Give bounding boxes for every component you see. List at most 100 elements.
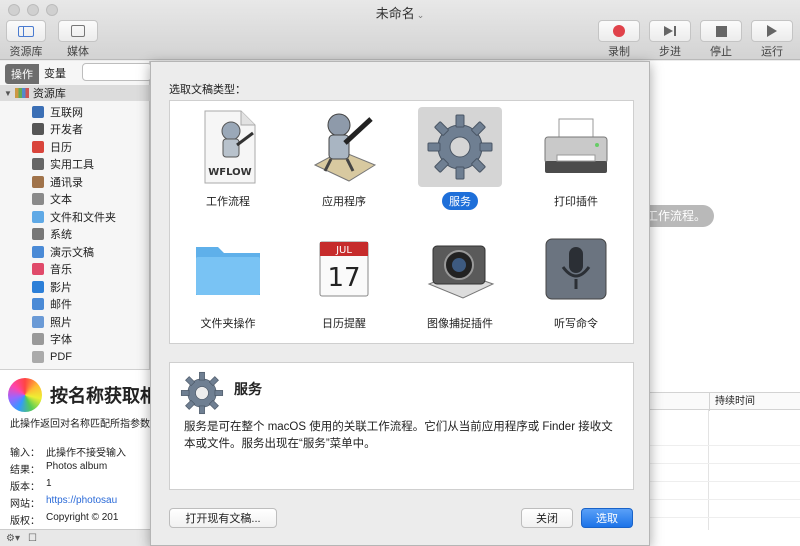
type-label: 工作流程 [206, 196, 250, 208]
selected-type-description: 服务 服务是可在整个 macOS 使用的关联工作流程。它们从当前应用程序或 Fi… [169, 362, 634, 490]
gear-icon[interactable]: ⚙▾ [6, 533, 20, 544]
record-label: 录制 [608, 46, 630, 58]
font-icon [32, 333, 44, 346]
info-value: Copyright © 201 [46, 512, 119, 523]
sidebar-item-label: 邮件 [50, 299, 72, 312]
info-key: 输入： [10, 448, 40, 459]
calendar-day: 17 [327, 263, 360, 293]
run-button[interactable] [751, 20, 793, 42]
action-title: 按名称获取相 [50, 386, 158, 406]
sidebar-item-label: 影片 [50, 281, 72, 294]
sidebar-item[interactable]: 邮件 [0, 296, 150, 314]
type-label: 听写命令 [554, 318, 598, 330]
close-button[interactable]: 关闭 [521, 508, 573, 528]
library-panel: 操作 变量 ▼ 资源库 互联网开发者日历实用工具通讯录文本 文件和文件夹系统演示文… [0, 61, 158, 546]
selected-type-title: 服务 [234, 381, 262, 397]
info-key: 版权： [10, 516, 40, 527]
sidebar-item[interactable]: 系统 [0, 226, 150, 244]
calendar-alarm-icon: JUL 17 [319, 241, 369, 297]
type-dictation[interactable]: 听写命令 [518, 225, 634, 335]
calendar-month: JUL [335, 245, 352, 256]
sidebar-item[interactable]: 文件和文件夹 [0, 208, 150, 226]
open-existing-button[interactable]: 打开现有文稿... [169, 508, 277, 528]
type-folder-action[interactable]: 文件夹操作 [170, 225, 286, 335]
search-input[interactable] [82, 63, 152, 81]
sidebar-item-label: 日历 [50, 141, 72, 154]
sidebar-item-label: 互联网 [50, 106, 83, 119]
type-service[interactable]: 服务 [402, 103, 518, 213]
sidebar-item[interactable]: 互联网 [0, 103, 150, 121]
library-button[interactable] [6, 20, 46, 42]
print-plugin-icon [544, 118, 608, 173]
type-label: 应用程序 [322, 196, 366, 208]
window-toolbar: 未命名 ⌄ 资源库 媒体 录制 步进 停止 运行 [0, 0, 800, 60]
sidebar-item[interactable]: 演示文稿 [0, 243, 150, 261]
library-tree: 互联网开发者日历实用工具通讯录文本 文件和文件夹系统演示文稿音乐影片邮件 照片 字体 P… [0, 103, 150, 366]
sidebar-item[interactable]: 日历 [0, 138, 150, 156]
sidebar-item[interactable]: 照片 [0, 313, 150, 331]
log-duration-column[interactable]: 持续时间 [709, 393, 755, 411]
pdf-icon [32, 350, 44, 363]
website-link[interactable]: https://photosau [46, 495, 117, 510]
media-button[interactable] [58, 20, 98, 42]
image-capture-icon [427, 245, 495, 299]
type-label: 打印插件 [554, 196, 598, 208]
disclosure-triangle-icon[interactable]: ▼ [4, 89, 12, 98]
step-label: 步进 [659, 46, 681, 58]
library-label: 资源库 [9, 46, 43, 58]
action-info-panel: 按名称获取相 此操作返回对名称匹配所指参数 输入： 此操作不接受输入结果： Phot… [0, 369, 158, 537]
photos-icon [32, 315, 44, 328]
media-label: 媒体 [67, 46, 89, 58]
globe-icon [32, 105, 44, 118]
music-icon [32, 263, 44, 276]
sidebar-item-label: PDF [50, 350, 72, 363]
new-document-sheet: 选取文稿类型： WFLOW 工作流程 应用程序 服务 打印插件 文件夹操作 JU… [150, 61, 650, 546]
document-type-prompt: 选取文稿类型： [169, 84, 246, 96]
choose-button[interactable]: 选取 [581, 508, 633, 528]
info-row: 网站： https://photosau [10, 495, 117, 510]
step-button[interactable] [649, 20, 691, 42]
sidebar-icon [18, 25, 34, 37]
collapse-icon[interactable]: ☐ [28, 533, 37, 544]
tab-variables[interactable]: 变量 [39, 64, 71, 84]
record-icon [613, 25, 625, 37]
sidebar-item-label: 演示文稿 [50, 246, 94, 259]
type-label: 图像捕捉插件 [427, 318, 493, 330]
info-value: 1 [46, 478, 52, 489]
wflow-badge: WFLOW [208, 167, 251, 178]
type-image-capture[interactable]: 图像捕捉插件 [402, 225, 518, 335]
info-row: 输入： 此操作不接受输入 [10, 444, 126, 459]
info-row: 结果： Photos album [10, 461, 107, 476]
folder-action-icon [196, 247, 260, 295]
library-tree-root[interactable]: ▼ 资源库 [0, 85, 150, 101]
sidebar-item-label: 通讯录 [50, 176, 83, 189]
info-value: 此操作不接受输入 [46, 448, 126, 459]
action-description: 此操作返回对名称匹配所指参数 [10, 419, 150, 430]
sidebar-item[interactable]: 音乐 [0, 261, 150, 279]
service-gear-icon [180, 371, 224, 418]
sidebar-item[interactable]: 通讯录 [0, 173, 150, 191]
selected-type-text: 服务是可在整个 macOS 使用的关联工作流程。它们从当前应用程序或 Finde… [184, 421, 613, 450]
contacts-icon [32, 175, 44, 188]
sidebar-item[interactable]: 开发者 [0, 121, 150, 139]
sidebar-item-label: 系统 [50, 229, 72, 242]
stop-icon [715, 25, 727, 37]
info-row: 版本： 1 [10, 478, 52, 493]
mail-icon [32, 298, 44, 311]
stop-button[interactable] [700, 20, 742, 42]
library-root-label: 资源库 [32, 88, 66, 100]
media-icon [71, 25, 85, 37]
chevron-down-icon: ⌄ [416, 10, 425, 20]
sidebar-item[interactable]: 字体 [0, 331, 150, 349]
sidebar-item[interactable]: 实用工具 [0, 156, 150, 174]
tab-actions[interactable]: 操作 [5, 64, 39, 84]
sidebar-item[interactable]: 影片 [0, 278, 150, 296]
type-calendar-alarm[interactable]: JUL 17 日历提醒 [286, 225, 402, 335]
record-button[interactable] [598, 20, 640, 42]
sidebar-item[interactable]: PDF [0, 348, 150, 366]
type-workflow[interactable]: WFLOW 工作流程 [170, 103, 286, 213]
type-print-plugin[interactable]: 打印插件 [518, 103, 634, 213]
sidebar-item[interactable]: 文本 [0, 191, 150, 209]
movie-icon [32, 280, 44, 293]
type-application[interactable]: 应用程序 [286, 103, 402, 213]
